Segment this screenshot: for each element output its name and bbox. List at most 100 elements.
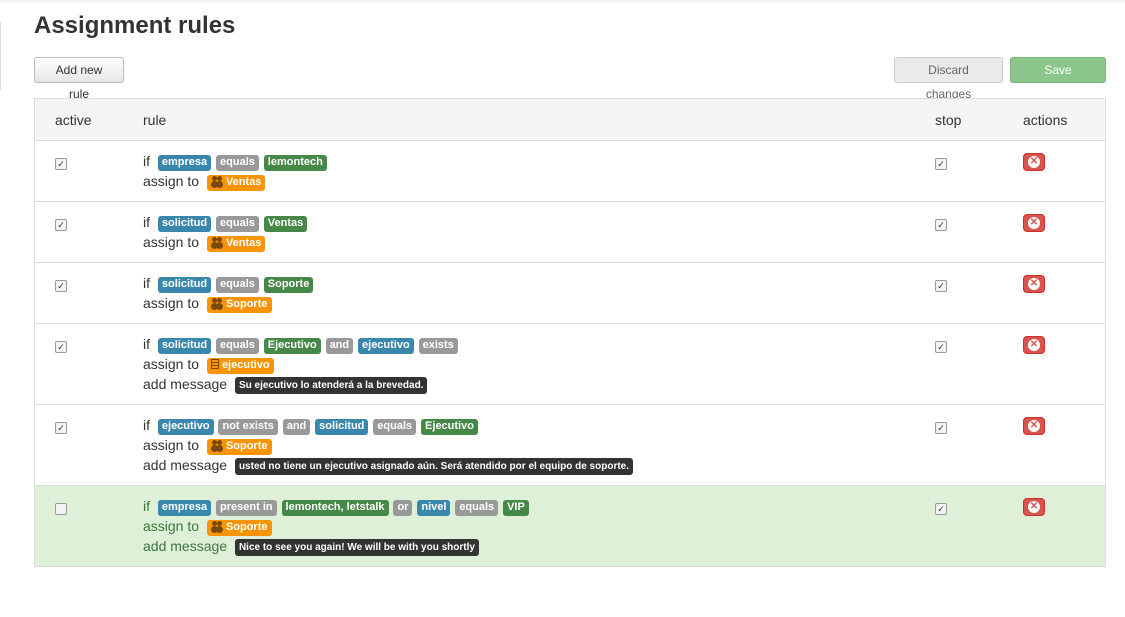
stop-checkbox[interactable]: ✓ [935,280,947,292]
rule-condition: if ejecutivo not exists and solicitud eq… [143,415,479,435]
remove-rule-button[interactable]: ✕ [1023,417,1045,435]
remove-rule-button[interactable]: ✕ [1023,275,1045,293]
active-checkbox[interactable]: ✓ [55,422,67,434]
stop-checkbox[interactable]: ✓ [935,219,947,231]
users-icon [211,237,224,247]
stop-checkbox[interactable]: ✓ [935,503,947,515]
rules-table: active rule stop actions ✓ if empresa eq… [34,98,1106,567]
conjunction-label[interactable]: and [282,419,311,435]
remove-icon: ✕ [1029,217,1039,228]
assign-to-keyword: assign to [143,437,200,453]
value-label[interactable]: Ventas [263,216,308,232]
message-label[interactable]: usted no tiene un ejecutivo asignado aún… [234,458,634,475]
assignee-label[interactable]: Soporte [206,297,272,313]
active-checkbox[interactable]: ✓ [55,341,67,353]
operator-label[interactable]: equals [216,216,259,232]
if-keyword: if [143,214,150,230]
operator-label[interactable]: exists [418,338,458,354]
assignee-text: Soporte [225,298,268,310]
remove-rule-button[interactable]: ✕ [1023,214,1045,232]
field-label[interactable]: ejecutivo [157,419,214,435]
add-new-rule-button[interactable]: Add new rule [34,57,124,101]
remove-icon: ✕ [1029,420,1039,431]
rule-condition: if empresa equals lemontech [143,151,328,171]
users-icon [211,440,224,450]
assign-to-keyword: assign to [143,234,200,250]
assignee-label[interactable]: Soporte [206,439,272,455]
active-checkbox[interactable]: ✓ [55,158,67,170]
field-label[interactable]: nivel [417,500,451,516]
header-rule: rule [143,112,167,128]
operator-label[interactable]: equals [455,500,499,516]
operator-label[interactable]: present in [216,500,277,516]
conjunction-label[interactable]: or [393,500,413,516]
operator-label[interactable]: equals [373,419,417,435]
value-label[interactable]: Ejecutivo [263,338,321,354]
assign-to-keyword: assign to [143,173,200,189]
remove-rule-button[interactable]: ✕ [1023,153,1045,171]
left-divider [0,22,1,90]
message-label[interactable]: Su ejecutivo lo atenderá a la brevedad. [234,377,428,394]
add-message-keyword: add message [143,376,228,392]
discard-changes-button[interactable]: Discard changes [894,57,1003,101]
value-label[interactable]: VIP [503,500,529,516]
message-label[interactable]: Nice to see you again! We will be with y… [234,539,479,556]
assign-to-keyword: assign to [143,356,200,372]
users-icon [211,298,224,308]
active-checkbox[interactable] [55,503,67,515]
operator-label[interactable]: equals [216,277,259,293]
stop-checkbox[interactable]: ✓ [935,158,947,170]
rule-message: add message Su ejecutivo lo atenderá a l… [143,374,428,394]
assignee-text: Ventas [225,237,262,249]
field-label[interactable]: solicitud [157,216,212,232]
assignee-label[interactable]: Soporte [206,520,272,536]
add-message-keyword: add message [143,457,228,473]
operator-label[interactable]: equals [216,338,259,354]
header-active: active [55,112,92,128]
field-label[interactable]: empresa [157,500,212,516]
rule-message: add message Nice to see you again! We wi… [143,536,480,556]
rule-condition: if solicitud equals Ventas [143,212,308,232]
rule-row: ✓ if ejecutivo not exists and solicitud … [35,405,1105,486]
rule-condition: if solicitud equals Soporte [143,273,314,293]
save-changes-button[interactable]: Save changes [1010,57,1106,101]
assignee-label[interactable]: Ventas [206,236,266,252]
value-label[interactable]: lemontech, letstalk [281,500,389,516]
rule-row: ✓ if solicitud equals Soporte assign to … [35,263,1105,324]
conjunction-label[interactable]: and [325,338,354,354]
field-label[interactable]: solicitud [157,338,212,354]
if-keyword: if [143,153,150,169]
remove-rule-button[interactable]: ✕ [1023,336,1045,354]
operator-label[interactable]: not exists [218,419,278,435]
rule-condition: if solicitud equals Ejecutivo and ejecut… [143,334,459,354]
operator-label[interactable]: equals [216,155,259,171]
field-label[interactable]: ejecutivo [358,338,414,354]
value-label[interactable]: lemontech [263,155,327,171]
assign-to-keyword: assign to [143,518,200,534]
top-border [0,0,1125,3]
remove-icon: ✕ [1029,278,1039,289]
remove-rule-button[interactable]: ✕ [1023,498,1045,516]
field-label[interactable]: solicitud [315,419,369,435]
value-label[interactable]: Soporte [263,277,314,293]
stop-checkbox[interactable]: ✓ [935,341,947,353]
assign-to-keyword: assign to [143,295,200,311]
table-header: active rule stop actions [35,99,1105,141]
remove-icon: ✕ [1029,501,1039,512]
active-checkbox[interactable]: ✓ [55,280,67,292]
users-icon [211,521,224,531]
active-checkbox[interactable]: ✓ [55,219,67,231]
if-keyword: if [143,417,150,433]
header-actions: actions [1023,112,1068,128]
value-label[interactable]: Ejecutivo [421,419,478,435]
assignee-label[interactable]: ejecutivo [206,358,274,374]
field-label[interactable]: empresa [157,155,212,171]
if-keyword: if [143,498,150,514]
field-label[interactable]: solicitud [157,277,212,293]
rule-assignment: assign to Soporte [143,435,273,455]
stop-checkbox[interactable]: ✓ [935,422,947,434]
rule-row: ✓ if solicitud equals Ventas assign to V… [35,202,1105,263]
remove-icon: ✕ [1029,156,1039,167]
assignee-label[interactable]: Ventas [206,175,266,191]
rule-condition: if empresa present in lemontech, letstal… [143,496,530,516]
